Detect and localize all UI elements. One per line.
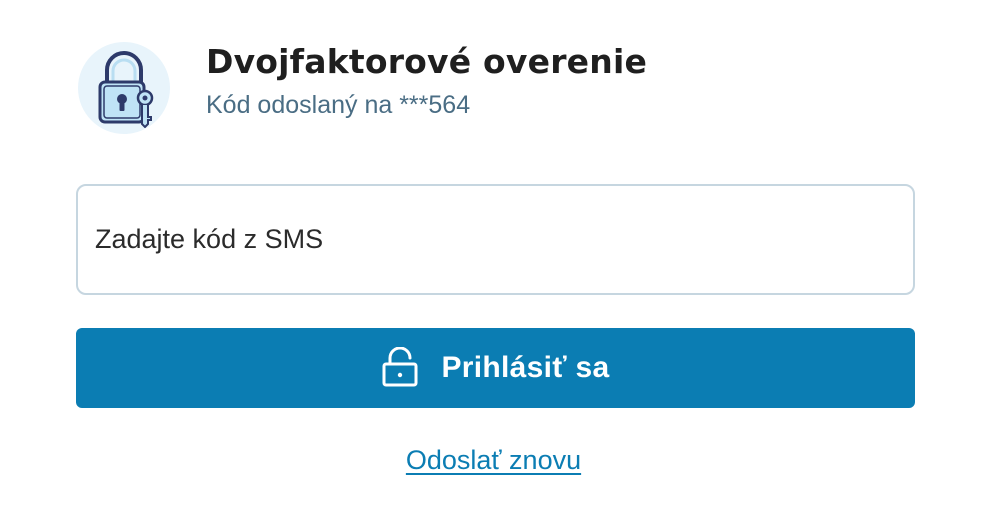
login-button-label: Prihlásiť sa	[441, 351, 610, 384]
two-factor-header: Dvojfaktorové overenie Kód odoslaný na *…	[78, 42, 647, 134]
login-button[interactable]: Prihlásiť sa	[76, 328, 915, 408]
resend-code-link[interactable]: Odoslať znovu	[0, 445, 987, 476]
padlock-with-key-icon	[78, 42, 170, 134]
sms-code-input[interactable]	[76, 184, 915, 295]
page-title: Dvojfaktorové overenie	[206, 42, 648, 81]
code-sent-subtitle: Kód odoslaný na ***564	[206, 91, 471, 119]
unlock-icon	[381, 347, 419, 387]
